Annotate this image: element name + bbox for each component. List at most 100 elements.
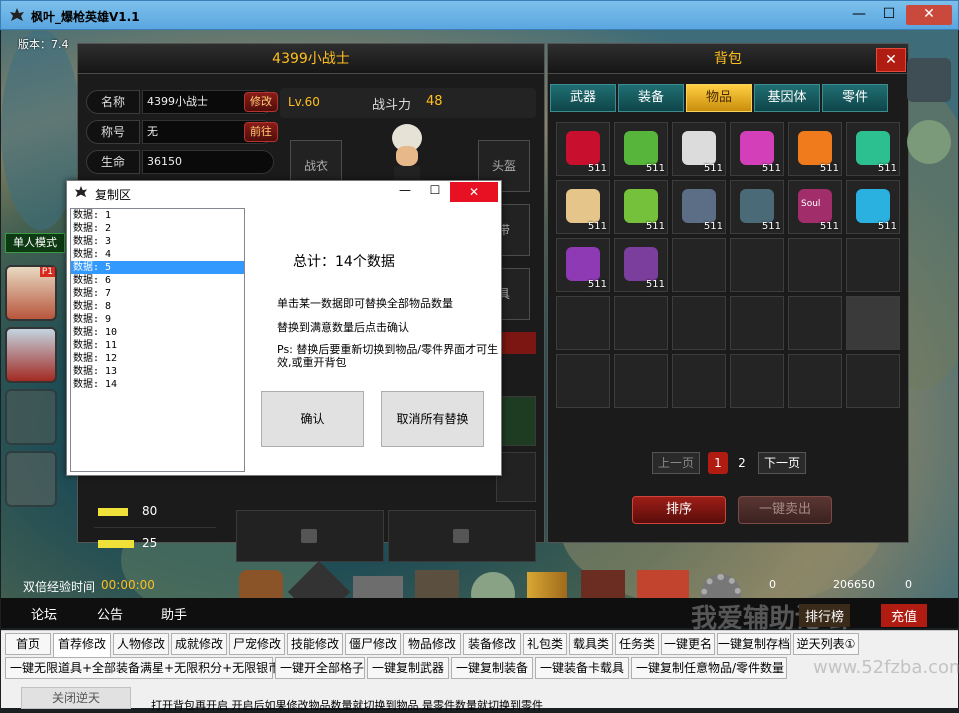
list-item[interactable]: 数据: 11 (71, 339, 244, 352)
empty-slot[interactable] (730, 354, 784, 408)
notice-link[interactable]: 公告 (97, 604, 123, 623)
empty-slot[interactable] (846, 354, 900, 408)
item-slot[interactable]: 511 (672, 180, 726, 234)
dialog-close-button[interactable]: ✕ (450, 182, 498, 202)
scroll-dock-icon[interactable] (353, 576, 403, 598)
action-button[interactable]: 一键开全部格子 (275, 657, 365, 679)
list-item[interactable]: 数据: 13 (71, 365, 244, 378)
tool-tab[interactable]: 任务类 (615, 633, 659, 655)
list-item[interactable]: 数据: 2 (71, 222, 244, 235)
empty-slot[interactable] (672, 296, 726, 350)
maximize-button[interactable]: ☐ (876, 5, 902, 25)
tool-tab[interactable]: 成就修改 (171, 633, 227, 655)
p2-avatar[interactable] (5, 327, 57, 383)
item-slot[interactable]: 511 (672, 122, 726, 176)
item-slot[interactable]: 511 (614, 180, 668, 234)
item-slot[interactable]: Soul 511 (788, 180, 842, 234)
close-button[interactable]: ✕ (906, 5, 952, 25)
tool-tab[interactable]: 一键更名 (661, 633, 715, 655)
list-item[interactable]: 数据: 14 (71, 378, 244, 391)
tab-parts[interactable]: 零件 (822, 84, 888, 112)
zombie-dock-icon[interactable] (471, 572, 515, 598)
item-slot[interactable]: 511 (556, 122, 610, 176)
tool-tab[interactable]: 逆天列表① (793, 633, 859, 655)
empty-slot[interactable] (556, 296, 610, 350)
tool-tab[interactable]: 物品修改 (403, 633, 461, 655)
empty-slot[interactable] (672, 238, 726, 292)
list-item[interactable]: 数据: 12 (71, 352, 244, 365)
forum-link[interactable]: 论坛 (31, 604, 57, 623)
tool-tab[interactable]: 技能修改 (287, 633, 343, 655)
action-button[interactable]: 一键复制装备 (451, 657, 533, 679)
goto-button[interactable]: 前往 (244, 122, 278, 142)
tool-tab[interactable]: 尸宠修改 (229, 633, 285, 655)
single-mode-label[interactable]: 单人模式 (5, 233, 65, 253)
action-button[interactable]: 一键装备卡载具 (535, 657, 629, 679)
empty-slot[interactable] (614, 296, 668, 350)
item-slot[interactable]: 511 (788, 122, 842, 176)
empty-slot[interactable] (788, 296, 842, 350)
helper-link[interactable]: 助手 (161, 604, 187, 623)
prev-page-button[interactable]: 上一页 (652, 452, 700, 474)
zombie-avatar[interactable] (5, 389, 57, 445)
item-slot[interactable]: 511 (730, 122, 784, 176)
list-item[interactable]: 数据: 4 (71, 248, 244, 261)
tool-tab[interactable]: 载具类 (569, 633, 613, 655)
empty-slot[interactable] (730, 296, 784, 350)
sort-button[interactable]: 排序 (632, 496, 726, 524)
list-item[interactable]: 数据: 1 (71, 209, 244, 222)
p1-avatar[interactable]: P1 (5, 265, 57, 321)
empty-slot[interactable] (788, 238, 842, 292)
action-button[interactable]: 一键复制任意物品/零件数量 (631, 657, 787, 679)
list-item[interactable]: 数据: 8 (71, 300, 244, 313)
tool-tab[interactable]: 人物修改 (113, 633, 169, 655)
list-item[interactable]: 数据: 10 (71, 326, 244, 339)
shop-icon[interactable] (637, 570, 689, 598)
next-page-button[interactable]: 下一页 (758, 452, 806, 474)
tool-tab[interactable]: 礼包类 (523, 633, 567, 655)
empty-slot[interactable] (614, 354, 668, 408)
item-slot[interactable]: 511 (556, 238, 610, 292)
tab-equipment[interactable]: 装备 (618, 84, 684, 112)
list-item[interactable]: 数据: 5 (71, 261, 244, 274)
hammer-icon[interactable] (415, 570, 459, 598)
recharge-button[interactable]: 充值 (881, 604, 928, 627)
action-button[interactable]: 一键无限道具+全部装备满星+无限积分+无限银币 (5, 657, 280, 679)
cancel-all-button[interactable]: 取消所有替换 (381, 391, 484, 447)
backpack-close-button[interactable]: ✕ (876, 48, 906, 72)
data-listbox[interactable]: 数据: 1 数据: 2 数据: 3 数据: 4 数据: 5 数据: 6 数据: 7 数据: 8… (70, 208, 245, 472)
empty-slot[interactable] (556, 354, 610, 408)
empty-slot[interactable] (730, 238, 784, 292)
item-slot[interactable]: 511 (614, 122, 668, 176)
bag-icon[interactable] (239, 570, 283, 598)
page-1-button[interactable]: 1 (708, 452, 728, 474)
confirm-button[interactable]: 确认 (261, 391, 364, 447)
tab-genes[interactable]: 基因体 (754, 84, 820, 112)
item-slot[interactable]: 511 (556, 180, 610, 234)
item-slot[interactable]: 511 (614, 238, 668, 292)
empty-slot[interactable] (788, 354, 842, 408)
rename-button[interactable]: 修改 (244, 92, 278, 112)
locked-avatar[interactable] (5, 451, 57, 507)
tab-items[interactable]: 物品 (686, 84, 752, 112)
tab-weapons[interactable]: 武器 (550, 84, 616, 112)
action-button[interactable]: 一键复制武器 (367, 657, 449, 679)
tool-tab[interactable]: 装备修改 (463, 633, 521, 655)
list-item[interactable]: 数据: 7 (71, 287, 244, 300)
page-2-button[interactable]: 2 (734, 452, 750, 474)
list-item[interactable]: 数据: 6 (71, 274, 244, 287)
dialog-minimize-button[interactable]: — (395, 183, 415, 197)
empty-slot[interactable] (672, 354, 726, 408)
sell-all-button[interactable]: 一键卖出 (738, 496, 832, 524)
tool-tab[interactable]: 首页 (5, 633, 51, 655)
rank-button[interactable]: 排行榜 (799, 604, 851, 627)
list-item[interactable]: 数据: 9 (71, 313, 244, 326)
tool-tab[interactable]: 僵尸修改 (345, 633, 401, 655)
zombie-head-icon[interactable] (907, 120, 951, 164)
pvp-icon[interactable] (907, 58, 951, 102)
tool-tab[interactable]: 首荐修改 (53, 633, 111, 657)
dialog-maximize-button[interactable]: ☐ (425, 183, 445, 197)
empty-slot[interactable] (846, 238, 900, 292)
bullets-icon[interactable] (527, 572, 567, 598)
minimize-button[interactable]: — (846, 5, 872, 25)
